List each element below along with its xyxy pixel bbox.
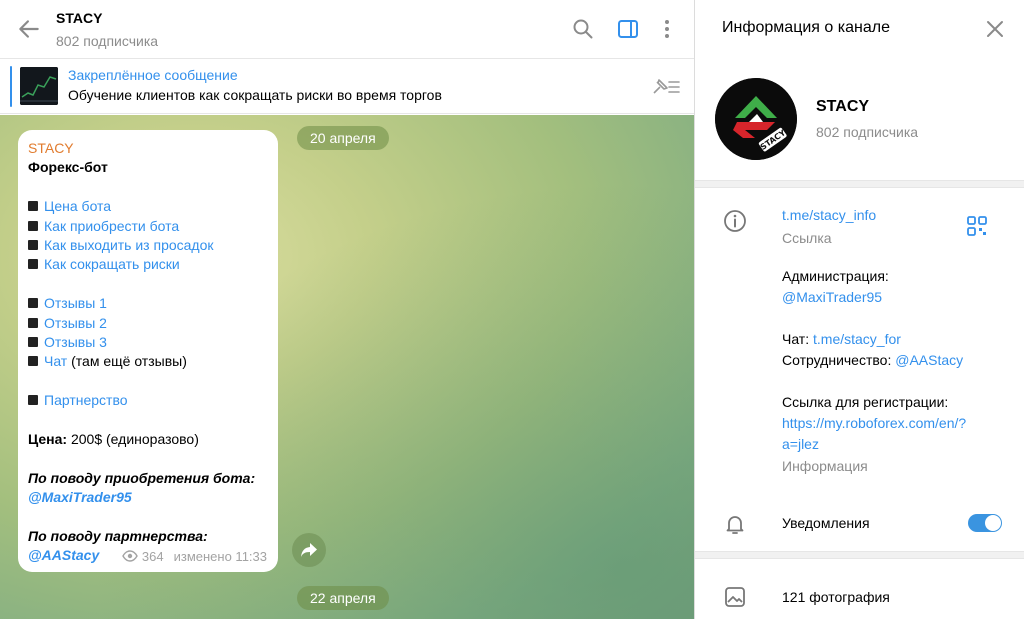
pinned-indicator xyxy=(10,66,12,107)
panel-title: Информация о канале xyxy=(722,19,890,36)
pinned-text: Обучение клиентов как сокращать риски во… xyxy=(68,87,442,103)
chat-header: STACY 802 подписчика xyxy=(0,0,694,59)
message-link[interactable]: Как выходить из просадок xyxy=(44,237,214,253)
channel-subscribers: 802 подписчика xyxy=(816,124,919,140)
list-item: Отзывы 1 xyxy=(28,294,268,313)
message-link[interactable]: Цена бота xyxy=(44,198,111,214)
coop-label: Сотрудничество: xyxy=(782,352,896,368)
chat-line: Чат: t.me/stacy_for xyxy=(782,329,901,350)
message-link[interactable]: Отзывы 2 xyxy=(44,315,107,331)
message-link[interactable]: Чат xyxy=(44,353,67,369)
list-item: Партнерство xyxy=(28,391,268,410)
message-link[interactable]: Как приобрести бота xyxy=(44,218,179,234)
channel-avatar[interactable]: STACY xyxy=(715,78,797,160)
square-bullet-icon xyxy=(28,259,38,270)
price-value: 200$ (единоразово) xyxy=(67,431,199,448)
square-bullet-icon xyxy=(28,317,38,328)
qr-code-icon[interactable] xyxy=(966,215,988,237)
date-separator: 22 апреля xyxy=(297,586,389,610)
square-bullet-icon xyxy=(28,356,38,367)
square-bullet-icon xyxy=(28,220,38,231)
list-item: Чат (там ещё отзывы) xyxy=(28,352,268,371)
message-link[interactable]: Отзывы 3 xyxy=(44,334,107,350)
bell-icon xyxy=(726,516,744,534)
pinned-message-bar[interactable]: Закреплённое сообщение Обучение клиентов… xyxy=(0,59,694,114)
photo-icon xyxy=(725,587,745,607)
coop-contact-link[interactable]: @AAStacy xyxy=(895,352,963,368)
channel-name: STACY xyxy=(816,98,870,115)
edited-time: изменено 11:33 xyxy=(173,548,267,564)
message-link[interactable]: Как сокращать риски xyxy=(44,256,180,272)
square-bullet-icon xyxy=(28,337,38,348)
message-text: (там ещё отзывы) xyxy=(67,353,187,370)
chat-subscriber-count: 802 подписчика xyxy=(56,33,159,49)
chat-title[interactable]: STACY xyxy=(56,10,102,26)
close-icon[interactable] xyxy=(985,19,1005,39)
more-vertical-icon[interactable] xyxy=(655,17,679,41)
notifications-label: Уведомления xyxy=(782,515,870,531)
sidebar-toggle-icon[interactable] xyxy=(616,17,640,41)
notifications-toggle[interactable] xyxy=(968,514,1002,532)
buy-label: По поводу приобретения бота: xyxy=(28,469,256,486)
admin-label: Администрация: xyxy=(782,268,889,284)
message-link[interactable]: Партнерство xyxy=(44,392,128,408)
reg-link[interactable]: https://my.roboforex.com/en/? xyxy=(782,413,966,434)
list-item: Как выходить из просадок xyxy=(28,236,268,255)
buy-contact-link[interactable]: @MaxiTrader95 xyxy=(28,488,268,507)
partner-label: По поводу партнерства: xyxy=(28,528,208,545)
coop-line: Сотрудничество: @AAStacy xyxy=(782,350,963,371)
divider xyxy=(695,551,1024,559)
date-separator: 20 апреля xyxy=(297,126,389,150)
admin-contact-link[interactable]: @MaxiTrader95 xyxy=(782,287,882,308)
price-label: Цена: xyxy=(28,431,68,448)
view-count: 364 xyxy=(141,548,164,564)
chat-label: Чат: xyxy=(782,331,814,347)
list-item: Как сокращать риски xyxy=(28,255,268,274)
eye-icon xyxy=(122,550,138,562)
list-item: Отзывы 3 xyxy=(28,333,268,352)
square-bullet-icon xyxy=(28,201,38,212)
info-icon xyxy=(724,210,746,232)
reg-label: Ссылка для регистрации: xyxy=(782,394,949,410)
list-item: Как приобрести бота xyxy=(28,217,268,236)
message-heading: Форекс-бот xyxy=(28,159,108,176)
chat-link[interactable]: t.me/stacy_for xyxy=(813,331,901,347)
stacy-logo: STACY xyxy=(715,78,797,160)
square-bullet-icon xyxy=(28,240,38,251)
share-arrow-icon xyxy=(301,543,317,557)
divider xyxy=(695,180,1024,188)
photos-count[interactable]: 121 фотография xyxy=(782,587,890,608)
chat-column: STACY 802 подписчика Закреплённое сообще… xyxy=(0,0,694,619)
reg-link-cont[interactable]: a=jlez xyxy=(782,434,819,455)
message-author: STACY xyxy=(28,140,74,156)
price-line: Цена: 200$ (единоразово) xyxy=(28,430,268,449)
message-link[interactable]: Отзывы 1 xyxy=(44,295,107,311)
pinned-list-icon[interactable] xyxy=(650,76,682,98)
list-item: Цена бота xyxy=(28,197,268,216)
telegram-window: STACY 802 подписчика Закреплённое сообще… xyxy=(0,0,1024,619)
square-bullet-icon xyxy=(28,298,38,309)
square-bullet-icon xyxy=(28,395,38,406)
pinned-thumbnail xyxy=(20,67,58,105)
share-button[interactable] xyxy=(292,533,326,567)
back-arrow-icon[interactable] xyxy=(16,16,42,42)
channel-message[interactable]: STACY Форекс-бот Цена бота Как приобрест… xyxy=(18,130,278,572)
message-meta: 364 изменено 11:33 xyxy=(122,547,267,566)
search-icon[interactable] xyxy=(571,17,595,41)
list-item: Отзывы 2 xyxy=(28,314,268,333)
channel-info-panel: Информация о канале STACY STACY 802 подп… xyxy=(694,0,1024,619)
description-caption: Информация xyxy=(782,458,868,474)
channel-link[interactable]: t.me/stacy_info xyxy=(782,205,876,226)
pinned-title: Закреплённое сообщение xyxy=(68,67,238,83)
link-caption: Ссылка xyxy=(782,230,832,246)
